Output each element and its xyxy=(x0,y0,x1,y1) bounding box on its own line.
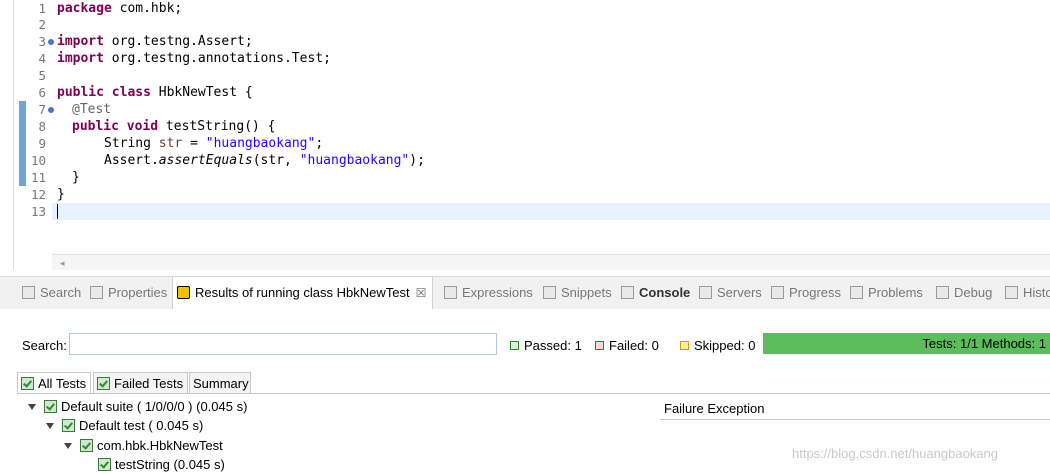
code-line-3: import org.testng.Assert; xyxy=(57,34,253,49)
failed-count: Failed: 0 xyxy=(595,338,659,353)
close-icon[interactable]: ☒ xyxy=(416,286,427,300)
expand-arrow-icon[interactable] xyxy=(28,404,36,410)
testng-results-panel: Search: Passed: 1 Failed: 0 Skipped: 0 T… xyxy=(0,309,1050,473)
tab-expressions[interactable]: Expressions xyxy=(444,277,533,309)
line-number: 12 xyxy=(30,187,46,202)
tab-debug[interactable]: Debug xyxy=(936,277,992,309)
class-pass-icon xyxy=(80,439,93,452)
line-number: 1 xyxy=(38,1,46,16)
code-line-4: import org.testng.annotations.Test; xyxy=(57,51,331,66)
failure-divider xyxy=(660,419,1050,420)
tabs-divider xyxy=(17,393,1050,394)
snippets-icon xyxy=(543,286,556,299)
progress-icon xyxy=(771,286,784,299)
tab-all-tests[interactable]: All Tests xyxy=(17,372,91,394)
tab-servers[interactable]: Servers xyxy=(699,277,762,309)
search-label: Search: xyxy=(22,338,67,353)
line-number: 7 xyxy=(38,102,46,117)
code-line-10: Assert.assertEquals(str, "huangbaokang")… xyxy=(104,153,425,168)
text-caret xyxy=(57,204,58,219)
tab-console[interactable]: Console xyxy=(621,277,690,309)
tab-summary[interactable]: Summary xyxy=(189,372,251,394)
line-number: 9 xyxy=(38,136,46,151)
line-number: 11 xyxy=(30,170,46,185)
line-number: 13 xyxy=(30,204,46,219)
line-number: 4 xyxy=(38,51,46,66)
code-line-8: public void testString() { xyxy=(72,119,276,134)
tree-node-method[interactable]: testString (0.045 s) xyxy=(98,455,225,474)
console-icon xyxy=(621,286,634,299)
line-number: 8 xyxy=(38,119,46,134)
history-icon xyxy=(1005,286,1018,299)
line-number: 10 xyxy=(30,153,46,168)
tab-testng-results[interactable]: Results of running class HbkNewTest ☒ xyxy=(172,277,434,309)
properties-icon xyxy=(90,286,103,299)
passed-count: Passed: 1 xyxy=(510,338,582,353)
problems-icon xyxy=(850,286,863,299)
line-number-gutter: 1 2 3 4 5 6 7 8 9 10 11 12 13 xyxy=(0,0,54,254)
tab-properties[interactable]: Properties xyxy=(90,277,167,309)
watermark: https://blog.csdn.net/huangbaokang xyxy=(792,446,998,461)
skipped-count: Skipped: 0 xyxy=(680,338,755,353)
expressions-icon xyxy=(444,286,457,299)
code-line-7: @Test xyxy=(72,102,112,117)
line-number: 6 xyxy=(38,85,46,100)
progress-text: Tests: 1/1 Methods: 1 xyxy=(922,336,1046,351)
line-number: 5 xyxy=(38,68,46,83)
search-input[interactable] xyxy=(69,333,497,355)
line-number: 3 xyxy=(38,34,46,49)
tab-failed-tests[interactable]: Failed Tests xyxy=(93,372,188,394)
code-line-1: package com.hbk; xyxy=(57,1,183,16)
code-line-9: String str = "huangbaokang"; xyxy=(104,136,324,151)
scroll-left-icon[interactable]: ◂ xyxy=(60,255,65,270)
expand-arrow-icon[interactable] xyxy=(64,443,72,449)
code-line-12: } xyxy=(57,187,65,202)
testng-icon xyxy=(177,286,190,299)
tab-problems[interactable]: Problems xyxy=(850,277,923,309)
tree-node-suite[interactable]: Default suite ( 1/0/0/0 ) (0.045 s) xyxy=(28,397,247,416)
method-pass-icon xyxy=(98,458,111,471)
code-editor[interactable]: 1 2 3 4 5 6 7 8 9 10 11 12 13 package co… xyxy=(0,0,1050,270)
test-progress-bar: Tests: 1/1 Methods: 1 xyxy=(763,333,1050,354)
skipped-icon xyxy=(680,341,689,350)
tree-node-class[interactable]: com.hbk.HbkNewTest xyxy=(64,436,223,455)
code-line-11: } xyxy=(72,170,80,185)
tab-progress[interactable]: Progress xyxy=(771,277,841,309)
tests-tree-icon xyxy=(21,377,34,390)
view-tabs-bar: Search Properties Results of running cla… xyxy=(0,276,1050,310)
expand-arrow-icon[interactable] xyxy=(46,423,54,429)
line-number: 2 xyxy=(38,17,46,32)
horizontal-scrollbar[interactable]: ◂ xyxy=(52,254,1050,270)
tree-node-test[interactable]: Default test ( 0.045 s) xyxy=(46,416,203,435)
failed-icon xyxy=(595,341,604,350)
tab-history[interactable]: Histo xyxy=(1005,277,1050,309)
search-icon xyxy=(22,286,35,299)
code-line-6: public class HbkNewTest { xyxy=(57,85,253,100)
test-pass-icon xyxy=(62,419,75,432)
servers-icon xyxy=(699,286,712,299)
failure-exception-label: Failure Exception xyxy=(664,401,765,416)
code-text-area[interactable]: package com.hbk; import org.testng.Asser… xyxy=(52,0,1050,254)
debug-icon xyxy=(936,286,949,299)
tab-snippets[interactable]: Snippets xyxy=(543,277,612,309)
tab-search[interactable]: Search xyxy=(22,277,81,309)
passed-icon xyxy=(510,341,519,350)
suite-pass-icon xyxy=(44,400,57,413)
failed-tests-icon xyxy=(97,377,110,390)
